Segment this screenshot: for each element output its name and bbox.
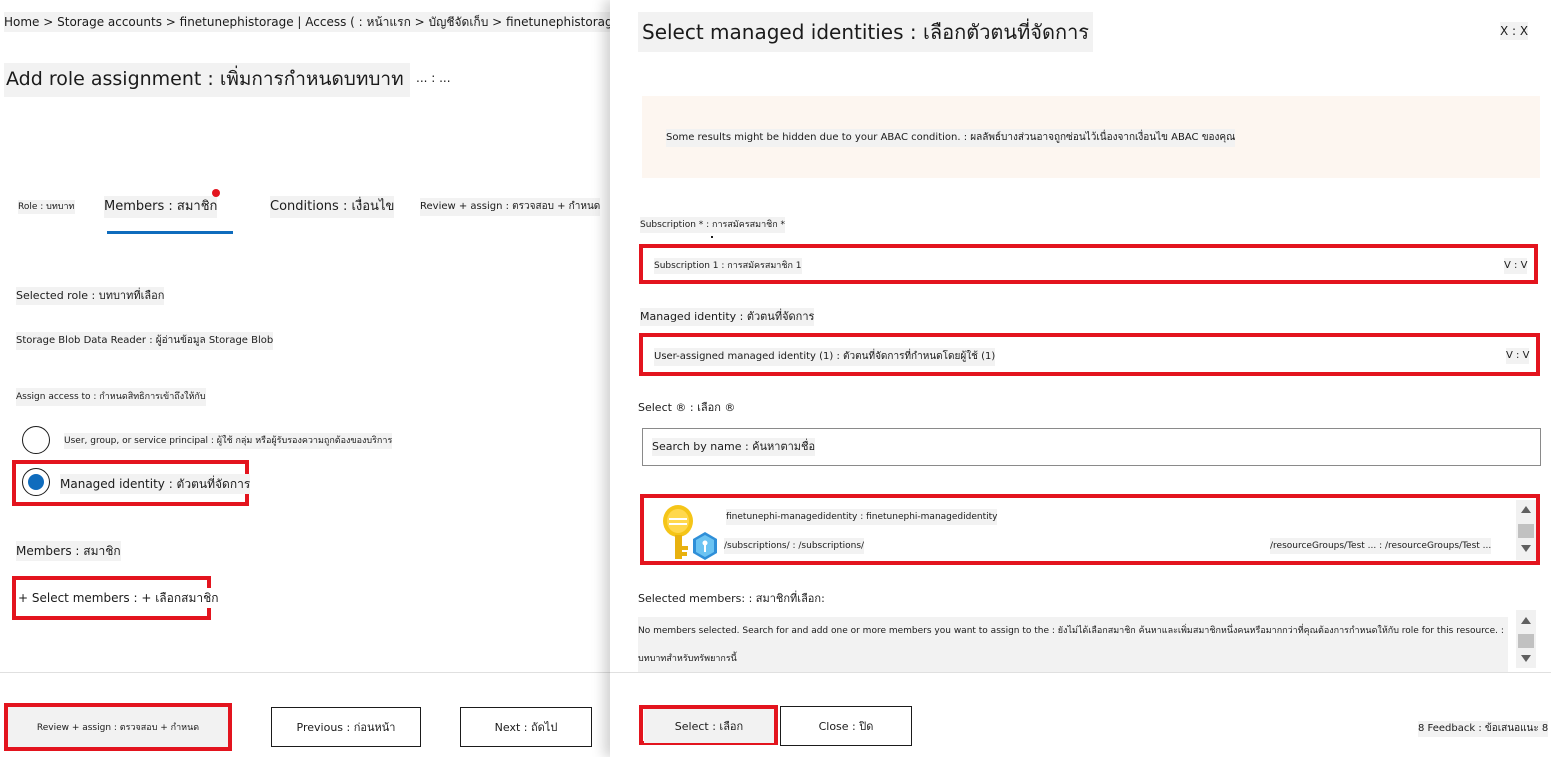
close-button[interactable]: Close : ปิด [780, 706, 912, 746]
select-button[interactable]: Select : เลือก [644, 709, 774, 743]
tab-members-indicator-dot [212, 189, 220, 197]
result-resource-group: /resourceGroups/Test ... : /resourceGrou… [1270, 538, 1492, 554]
radio-user-group-sp[interactable] [22, 426, 50, 454]
next-button[interactable]: Next : ถัดไป [460, 707, 592, 747]
chevron-down-icon[interactable]: V : V [1504, 258, 1528, 274]
radio-user-group-sp-label: User, group, or service principal : ผู้ใ… [64, 433, 393, 449]
select-label: Select ® : เลือก ® [638, 401, 736, 414]
abac-notice-text: Some results might be hidden due to your… [666, 129, 1236, 147]
footer-divider [0, 672, 610, 673]
scroll-up-icon[interactable] [1521, 617, 1531, 624]
chevron-down-icon[interactable]: V : V [1506, 348, 1530, 364]
select-managed-identities-panel: Select managed identities : เลือกตัวตนที… [610, 0, 1551, 757]
footer-divider [610, 672, 1551, 673]
managed-identity-label: Managed identity : ตัวตนที่จัดการ [640, 308, 815, 326]
scrollbar-thumb[interactable] [1518, 524, 1534, 538]
subscription-value: Subscription 1 : การสมัครสมาชิก 1 [654, 258, 802, 274]
select-members-link[interactable]: + Select members : + เลือกสมาชิก [18, 588, 219, 608]
members-label: Members : สมาชิก [16, 541, 121, 561]
subscription-label: Subscription * : การสมัครสมาชิก * [640, 217, 786, 233]
previous-button[interactable]: Previous : ก่อนหน้า [271, 707, 421, 747]
page-title: Add role assignment : เพิ่มการกำหนดบทบาท [4, 63, 410, 97]
scrollbar-thumb[interactable] [1518, 634, 1534, 648]
tab-members-active-underline [107, 231, 233, 234]
radio-selected-dot [28, 474, 44, 490]
tab-conditions[interactable]: Conditions : เงื่อนไข [270, 196, 395, 218]
selected-role-label: Selected role : บทบาทที่เลือก [16, 287, 165, 305]
scroll-down-icon[interactable] [1521, 545, 1531, 552]
required-marker [711, 236, 713, 238]
close-icon[interactable]: X : X [1500, 22, 1529, 40]
panel-title: Select managed identities : เลือกตัวตนที… [638, 12, 1094, 52]
search-placeholder: Search by name : ค้นหาตามชื่อ [652, 438, 816, 456]
tab-review-assign[interactable]: Review + assign : ตรวจสอบ + กำหนด [420, 198, 601, 216]
more-options-button[interactable]: ... : ... [416, 70, 451, 86]
review-assign-button[interactable]: Review + assign : ตรวจสอบ + กำหนด [8, 707, 228, 747]
radio-managed-identity-label: Managed identity : ตัวตนที่จัดการ [60, 474, 251, 494]
add-role-assignment-page: Home > Storage accounts > finetunephisto… [0, 0, 610, 757]
tab-members[interactable]: Members : สมาชิก [104, 196, 218, 218]
assign-access-label: Assign access to : กำหนดสิทธิการเข้าถึงใ… [16, 388, 206, 406]
managed-identity-value: User-assigned managed identity (1) : ตัว… [654, 348, 996, 366]
result-name: finetunephi-managedidentity : finetuneph… [726, 509, 998, 525]
scroll-up-icon[interactable] [1521, 506, 1531, 513]
scroll-down-icon[interactable] [1521, 655, 1531, 662]
no-members-message: No members selected. Search for and add … [638, 617, 1508, 673]
breadcrumb[interactable]: Home > Storage accounts > finetunephisto… [4, 12, 610, 32]
selected-role-value: Storage Blob Data Reader : ผู้อ่านข้อมูล… [16, 332, 274, 350]
selected-members-label: Selected members: : สมาชิกที่เลือก: [638, 592, 825, 605]
tab-role[interactable]: Role : บทบาท [18, 200, 75, 214]
result-subscription: /subscriptions/ : /subscriptions/ [724, 538, 865, 554]
managed-identity-icon [663, 505, 717, 560]
feedback-link[interactable]: 8 Feedback : ข้อเสนอแนะ 8 [1418, 721, 1549, 737]
